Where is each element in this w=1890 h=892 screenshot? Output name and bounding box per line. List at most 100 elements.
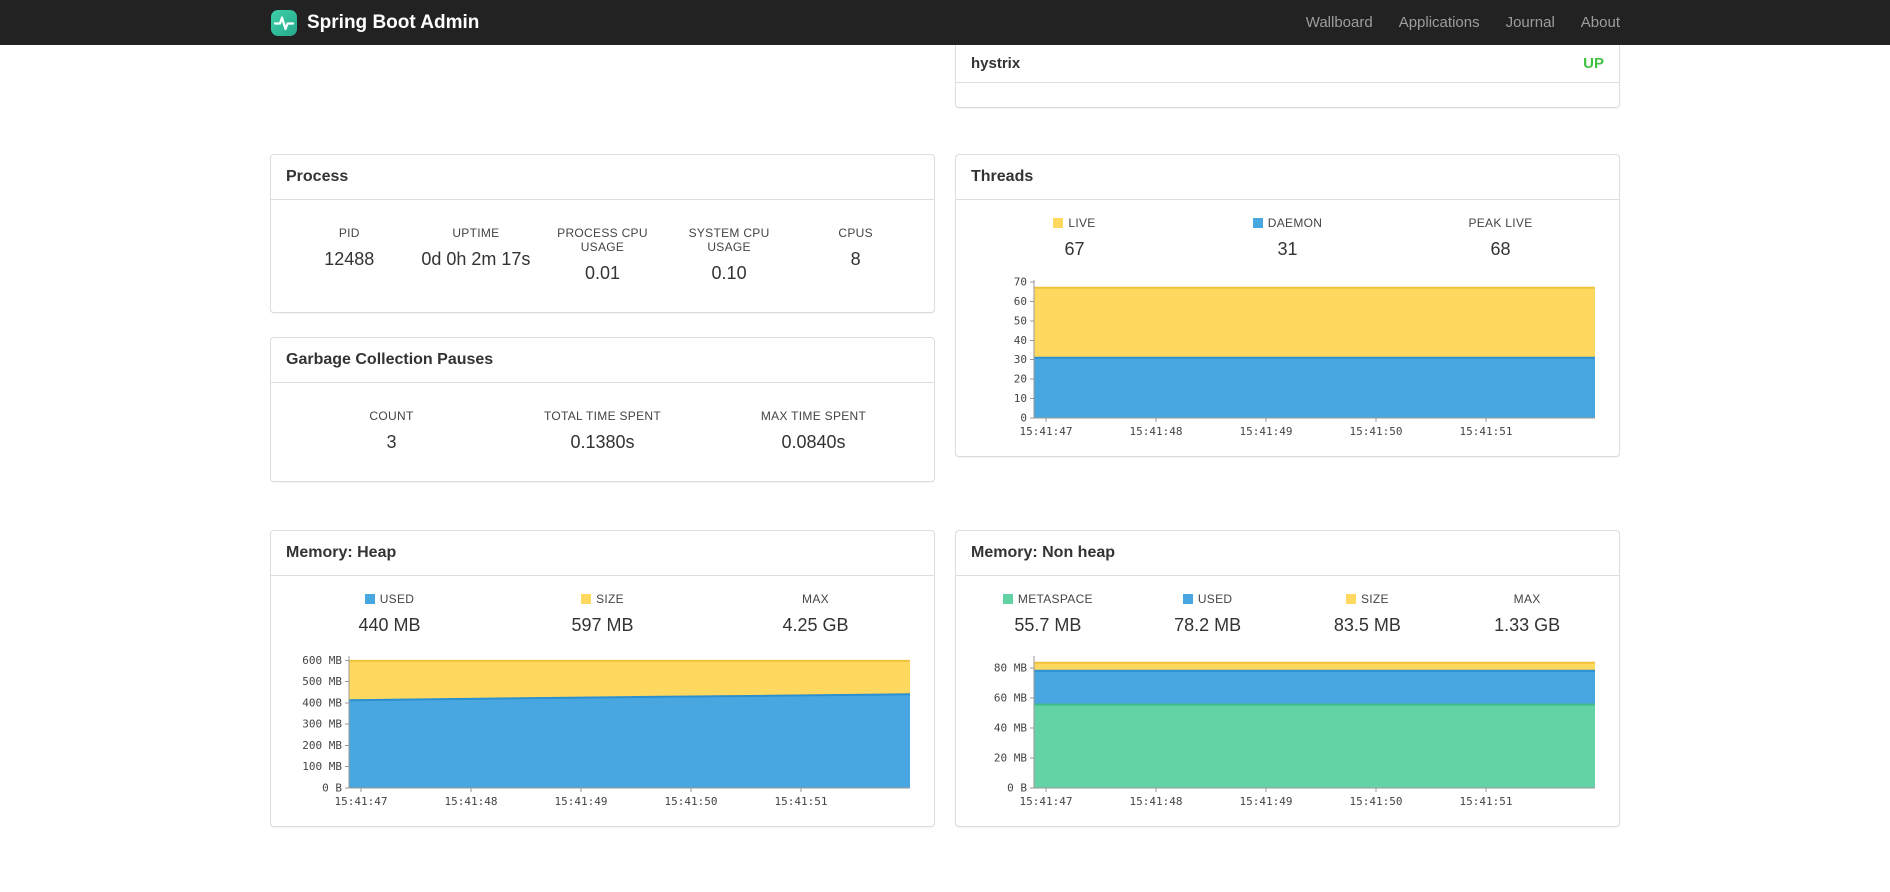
- svg-text:500 MB: 500 MB: [302, 675, 342, 688]
- svg-text:200 MB: 200 MB: [302, 739, 342, 752]
- svg-text:70: 70: [1014, 275, 1027, 288]
- legend-swatch-icon: [1345, 594, 1356, 604]
- svg-text:15:41:47: 15:41:47: [1020, 795, 1073, 808]
- stat-value: 0.01: [584, 263, 620, 283]
- svg-text:15:41:51: 15:41:51: [1460, 425, 1513, 438]
- area-metaspace: [1034, 704, 1595, 788]
- svg-text:300 MB: 300 MB: [302, 718, 342, 731]
- legend-swatch-icon: [581, 594, 592, 604]
- process-stats: PID 12488 UPTIME 0d 0h 2m 17s PROCESS CPU US…: [286, 226, 919, 284]
- stat-pid: PID 12488: [286, 226, 413, 284]
- svg-text:15:41:47: 15:41:47: [335, 795, 388, 808]
- stat-uptime: UPTIME 0d 0h 2m 17s: [413, 226, 540, 284]
- memory-heap-panel: Memory: Heap USED 440 MB SIZE 597 MB MAX 4.25…: [270, 530, 935, 827]
- svg-text:15:41:49: 15:41:49: [1240, 425, 1293, 438]
- stat-label: METASPACE: [968, 592, 1128, 606]
- main-content: hystrix UP Process PID 12488 UPTIME 0d 0h 2…: [270, 45, 1620, 827]
- svg-text:15:41:50: 15:41:50: [665, 795, 718, 808]
- stat-label: UPTIME: [452, 226, 500, 240]
- svg-text:15:41:51: 15:41:51: [775, 795, 828, 808]
- stat-value: 597 MB: [571, 615, 634, 635]
- svg-text:60 MB: 60 MB: [994, 692, 1027, 705]
- stat-label: LIVE: [968, 216, 1181, 230]
- svg-text:40: 40: [1014, 334, 1027, 347]
- process-panel-title: Process: [271, 155, 934, 200]
- nav-item-journal[interactable]: Journal: [1493, 0, 1568, 45]
- stat-total-time-spent: TOTAL TIME SPENT 0.1380s: [497, 409, 708, 453]
- gc-stats: COUNT 3 TOTAL TIME SPENT 0.1380s MAX TIME SP…: [286, 409, 919, 453]
- stat-system-cpu-usage: SYSTEM CPU USAGE 0.10: [666, 226, 793, 284]
- top-left-spacer: [270, 45, 935, 108]
- memory-heap-panel-title: Memory: Heap: [271, 531, 934, 576]
- threads-chart-wrap: 0 10 20 30 40 50 60 70 15:41:47 15:41:48 15:41:49 1…: [968, 274, 1607, 442]
- legend-swatch-icon: [364, 594, 375, 604]
- stat-max-time-spent: MAX TIME SPENT 0.0840s: [708, 409, 919, 453]
- stat-value: 0.10: [711, 263, 747, 283]
- svg-text:10: 10: [1014, 392, 1027, 405]
- stat-used: USED 440 MB: [283, 592, 496, 636]
- application-name[interactable]: hystrix: [971, 55, 1020, 72]
- stat-size: SIZE 597 MB: [496, 592, 709, 636]
- svg-text:0: 0: [1020, 412, 1027, 425]
- svg-text:20 MB: 20 MB: [994, 752, 1027, 765]
- nav-menu: Wallboard Applications Journal About: [1293, 0, 1620, 45]
- svg-text:40 MB: 40 MB: [994, 722, 1027, 735]
- brand-link[interactable]: Spring Boot Admin: [270, 9, 479, 37]
- svg-text:100 MB: 100 MB: [302, 760, 342, 773]
- memory-nonheap-panel: Memory: Non heap METASPACE 55.7 MB USED 78.…: [955, 530, 1620, 827]
- stat-label: TOTAL TIME SPENT: [543, 409, 662, 423]
- memory-heap-chart: 0 B 100 MB 200 MB 300 MB 400 MB 500 MB 600 MB 1…: [302, 654, 911, 808]
- stat-value: 67: [1064, 239, 1085, 259]
- svg-text:20: 20: [1014, 373, 1027, 386]
- stat-label: COUNT: [369, 409, 414, 423]
- stat-label: SYSTEM CPU USAGE: [688, 226, 770, 254]
- threads-panel: Threads LIVE 67 DAEMON 31 PEAK LIVE 68 0 10 20 3…: [955, 154, 1620, 457]
- legend-swatch-icon: [1252, 218, 1263, 228]
- stat-live: LIVE 67: [968, 216, 1181, 260]
- threads-chart: 0 10 20 30 40 50 60 70 15:41:47 15:41:48 15:41:49 1…: [1014, 275, 1595, 438]
- stat-label: USED: [283, 592, 496, 606]
- svg-text:15:41:48: 15:41:48: [445, 795, 498, 808]
- stat-daemon: DAEMON 31: [1181, 216, 1394, 260]
- stat-value: 0.1380s: [570, 432, 635, 452]
- area-daemon: [1034, 357, 1595, 418]
- stat-cpus: CPUS 8: [792, 226, 919, 284]
- stat-value: 55.7 MB: [1014, 615, 1082, 635]
- area-used: [349, 694, 910, 788]
- svg-text:15:41:51: 15:41:51: [1460, 795, 1513, 808]
- process-panel: Process PID 12488 UPTIME 0d 0h 2m 17s PROCES…: [270, 154, 935, 313]
- legend-swatch-icon: [1053, 218, 1064, 228]
- svg-text:80 MB: 80 MB: [994, 662, 1027, 675]
- stat-value: 68: [1490, 239, 1511, 259]
- gc-pauses-panel-title: Garbage Collection Pauses: [271, 338, 934, 383]
- svg-text:15:41:48: 15:41:48: [1130, 795, 1183, 808]
- svg-text:60: 60: [1014, 295, 1027, 308]
- stat-label: MAX TIME SPENT: [760, 409, 867, 423]
- stat-max: MAX 1.33 GB: [1447, 592, 1607, 636]
- svg-text:30: 30: [1014, 353, 1027, 366]
- stat-label: PID: [338, 226, 360, 240]
- stat-label: USED: [1128, 592, 1288, 606]
- nav-item-wallboard[interactable]: Wallboard: [1293, 0, 1386, 45]
- stat-value: 0d 0h 2m 17s: [421, 249, 531, 269]
- svg-text:15:41:50: 15:41:50: [1350, 795, 1403, 808]
- memory-heap-stats: USED 440 MB SIZE 597 MB MAX 4.25 GB: [283, 592, 922, 636]
- stat-value: 83.5 MB: [1333, 615, 1401, 635]
- stat-label: CPUS: [838, 226, 873, 240]
- spring-boot-admin-logo-icon: [271, 9, 297, 36]
- nav-item-applications[interactable]: Applications: [1386, 0, 1493, 45]
- stat-size: SIZE 83.5 MB: [1288, 592, 1448, 636]
- stat-label: DAEMON: [1181, 216, 1394, 230]
- memory-nonheap-panel-title: Memory: Non heap: [956, 531, 1619, 576]
- svg-text:15:41:50: 15:41:50: [1350, 425, 1403, 438]
- threads-panel-title: Threads: [956, 155, 1619, 200]
- stat-value: 0.0840s: [781, 432, 846, 452]
- nav-item-about[interactable]: About: [1568, 0, 1620, 45]
- svg-text:15:41:49: 15:41:49: [555, 795, 608, 808]
- application-row: hystrix UP: [956, 45, 1619, 83]
- stat-value: 4.25 GB: [782, 615, 849, 635]
- stat-value: 440 MB: [358, 615, 421, 635]
- stat-count: COUNT 3: [286, 409, 497, 453]
- threads-stats: LIVE 67 DAEMON 31 PEAK LIVE 68: [968, 216, 1607, 260]
- brand-title: Spring Boot Admin: [307, 11, 480, 33]
